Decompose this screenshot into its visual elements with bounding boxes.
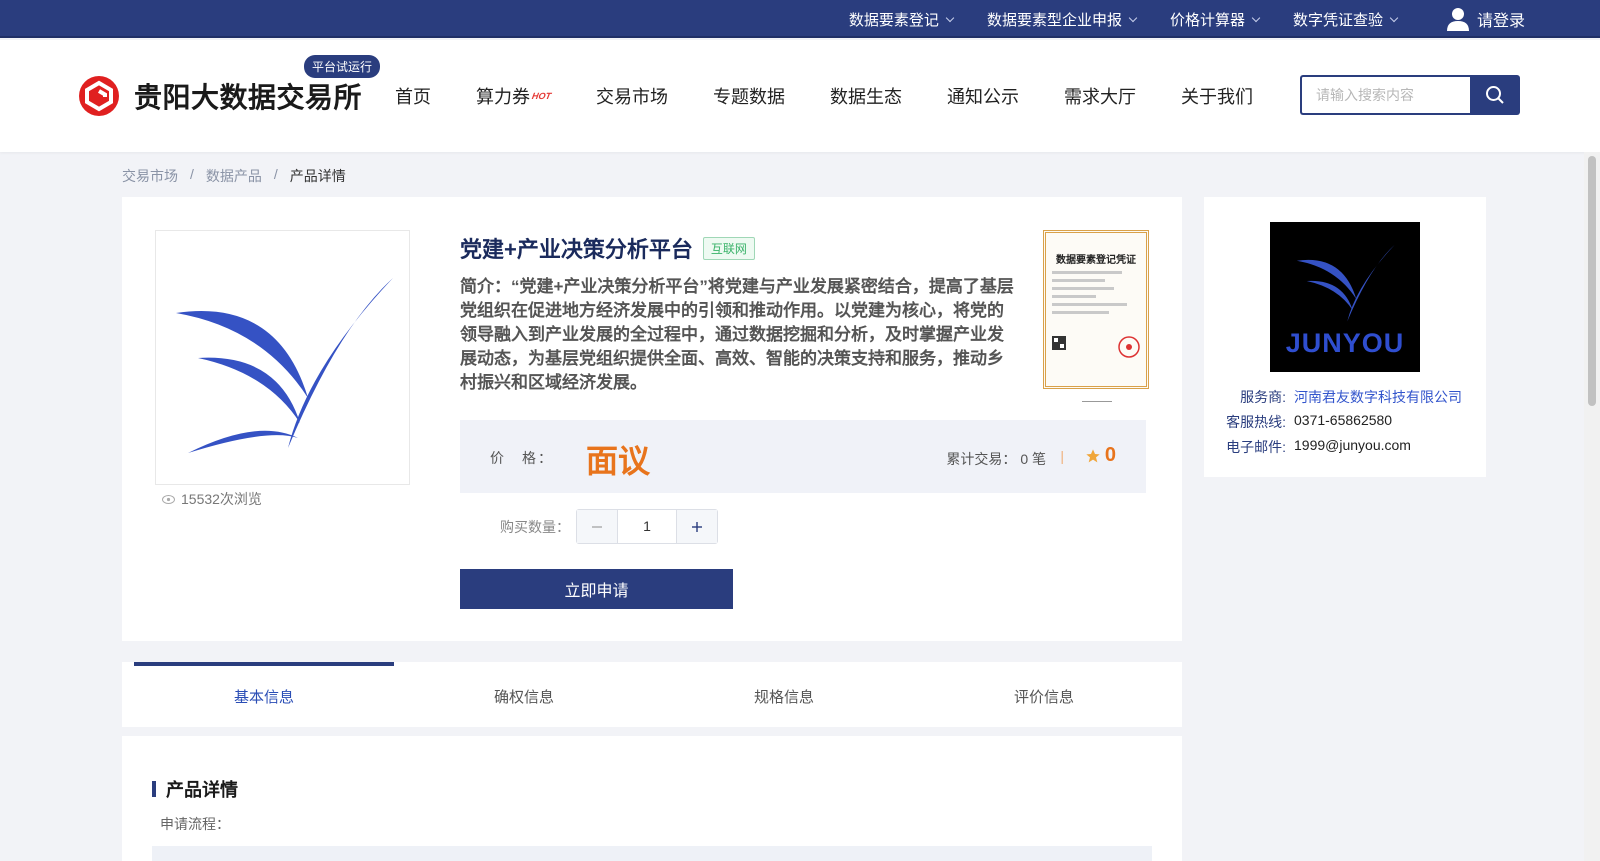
top-link-certificate-check[interactable]: 数字凭证查验 [1293,9,1399,30]
qr-code-icon [1052,336,1066,350]
rating: 0 [1085,444,1116,467]
scroll-thumb[interactable] [1588,156,1596,406]
provider-logo: JUNYOU [1270,222,1420,372]
apply-button[interactable]: 立即申请 [460,569,733,609]
category-tag: 互联网 [702,236,755,260]
main-header: 贵阳大数据交易所 平台试运行 首页 算力券 HOT 交易市场 专题数据 数据生态 … [0,40,1600,152]
scrollbar[interactable] [1584,152,1600,861]
price-label: 价 格： [490,450,554,466]
user-icon [1446,8,1469,31]
site-title: 贵阳大数据交易所 [134,82,363,113]
top-utility-bar: 数据要素登记 数据要素型企业申报 价格计算器 数字凭证查验 请登录 [0,0,1600,38]
increase-button[interactable] [676,510,717,543]
provider-phone-row: 客服热线: 0371-65862580 [1226,412,1393,430]
trade-count: 0 笔 [1020,451,1046,467]
search-button[interactable] [1470,75,1520,115]
chevron-down-icon [945,13,955,22]
provider-wing-logo [1296,244,1395,321]
search-bar [1300,75,1520,115]
breadcrumb-separator: / [190,166,194,182]
provider-name-link[interactable]: 河南君友数字科技有限公司 [1294,387,1462,407]
registration-certificate[interactable]: 数据要素登记凭证 [1043,230,1149,389]
provider-card: JUNYOU 服务商: 河南君友数字科技有限公司 客服热线: 0371-6586… [1204,197,1486,477]
provider-email-row: 电子邮件: 1999@junyou.com [1226,437,1411,455]
seal-stamp-icon [1118,336,1140,358]
minus-icon [592,525,602,528]
breadcrumb-data-products[interactable]: 数据产品 [206,166,262,186]
price-panel: 价 格： 面议 累计交易： 0 笔 | 0 [460,420,1146,493]
divider: | [1060,448,1064,464]
search-icon [1486,86,1504,104]
chevron-down-icon [1389,13,1399,22]
process-box [152,846,1152,861]
nav-topic-data[interactable]: 专题数据 [713,83,785,109]
nav-home[interactable]: 首页 [395,83,431,109]
login-link[interactable]: 请登录 [1446,7,1525,31]
breadcrumb-separator: / [273,166,278,182]
product-title-row: 党建+产业决策分析平台 互联网 [460,232,755,264]
provider-name-row: 服务商: 河南君友数字科技有限公司 [1240,387,1462,407]
nav-market[interactable]: 交易市场 [596,83,668,109]
product-image [155,230,410,485]
price-value: 面议 [586,443,651,479]
nav-notices[interactable]: 通知公示 [947,83,1019,109]
provider-email: 1999@junyou.com [1294,437,1411,453]
detail-tabs: 基本信息 确权信息 规格信息 评价信息 [122,662,1182,727]
main-nav: 首页 算力券 HOT 交易市场 专题数据 数据生态 通知公示 需求大厅 关于我们 [395,40,1298,152]
star-icon [1086,448,1100,462]
quantity-value[interactable]: 1 [618,510,676,543]
logo-icon [79,76,119,116]
chevron-down-icon [1251,13,1261,22]
provider-logo-text: JUNYOU [1285,327,1405,358]
quantity-stepper: 1 [576,509,718,544]
product-intro: 简介：“党建+产业决策分析平台”将党建与产业发展紧密结合，提高了基层党组织在促进… [460,277,1014,392]
product-card: 15532次浏览 党建+产业决策分析平台 互联网 简介：“党建+产业决策分析平台… [122,197,1182,641]
trial-badge: 平台试运行 [304,55,381,78]
chevron-down-icon [1128,13,1138,22]
application-process-label: 申请流程： [160,816,230,832]
eye-icon [162,494,175,504]
nav-ecosystem[interactable]: 数据生态 [830,83,902,109]
certificate-title: 数据要素登记凭证 [1056,255,1136,266]
details-title: 产品详情 [152,776,238,802]
product-details: 产品详情 申请流程： [122,736,1182,861]
hot-badge: HOT [531,91,552,101]
tab-review-info[interactable]: 评价信息 [914,662,1174,727]
top-link-price-calculator[interactable]: 价格计算器 [1170,9,1261,30]
quantity-label: 购买数量： [500,519,570,535]
breadcrumb: 交易市场 / 数据产品 / 产品详情 [122,166,358,186]
plus-icon [692,521,702,532]
top-links: 数据要素登记 数据要素型企业申报 价格计算器 数字凭证查验 请登录 [815,0,1525,38]
breadcrumb-market[interactable]: 交易市场 [122,166,178,186]
product-title: 党建+产业决策分析平台 [460,237,693,262]
top-link-data-registration[interactable]: 数据要素登记 [849,9,955,30]
total-trades: 累计交易： 0 笔 [946,451,1046,467]
certificate-indicator [1082,401,1112,402]
tab-basic-info[interactable]: 基本信息 [134,662,394,727]
top-link-enterprise-declare[interactable]: 数据要素型企业申报 [987,9,1138,30]
tab-spec-info[interactable]: 规格信息 [654,662,914,727]
provider-wing-logo [175,277,393,453]
tab-rights-info[interactable]: 确权信息 [394,662,654,727]
view-count: 15532次浏览 [162,489,262,509]
search-input[interactable] [1300,75,1470,115]
provider-phone: 0371-65862580 [1294,412,1393,428]
nav-demand-hall[interactable]: 需求大厅 [1064,83,1136,109]
breadcrumb-current: 产品详情 [289,168,346,184]
nav-about[interactable]: 关于我们 [1181,83,1253,109]
nav-compute-voucher[interactable]: 算力券 HOT [476,83,552,109]
site-logo[interactable]: 贵阳大数据交易所 [78,75,362,117]
decrease-button[interactable] [577,510,618,543]
